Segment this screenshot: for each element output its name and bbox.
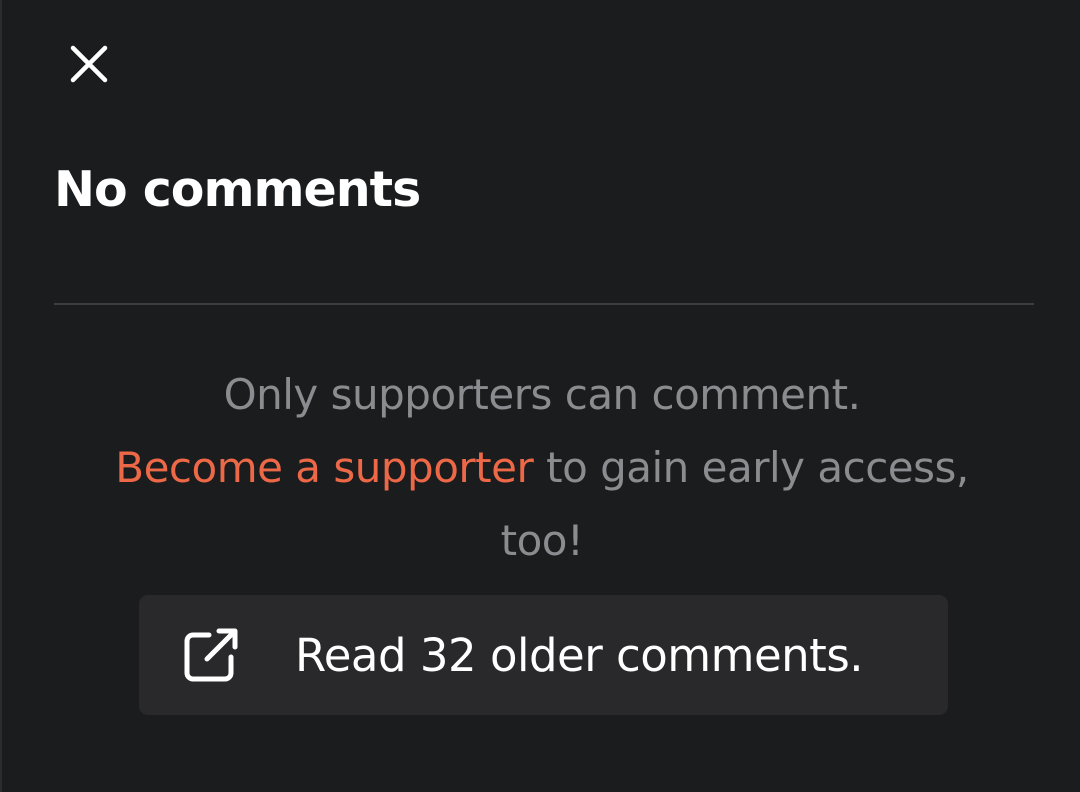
read-older-comments-label: Read 32 older comments. (295, 628, 864, 682)
page-title: No comments (54, 161, 421, 218)
close-icon (65, 40, 113, 92)
become-supporter-link[interactable]: Become a supporter (115, 443, 534, 492)
supporters-only-text: Only supporters can comment. (223, 370, 861, 419)
divider (54, 303, 1034, 305)
comments-panel: No comments Only supporters can comment.… (0, 0, 1080, 792)
read-older-comments-button[interactable]: Read 32 older comments. (139, 595, 948, 715)
close-button[interactable] (60, 37, 118, 95)
supporters-only-message: Only supporters can comment. Become a sup… (102, 358, 982, 577)
external-link-icon (179, 623, 243, 687)
early-access-text: to gain early access, too! (500, 443, 970, 565)
